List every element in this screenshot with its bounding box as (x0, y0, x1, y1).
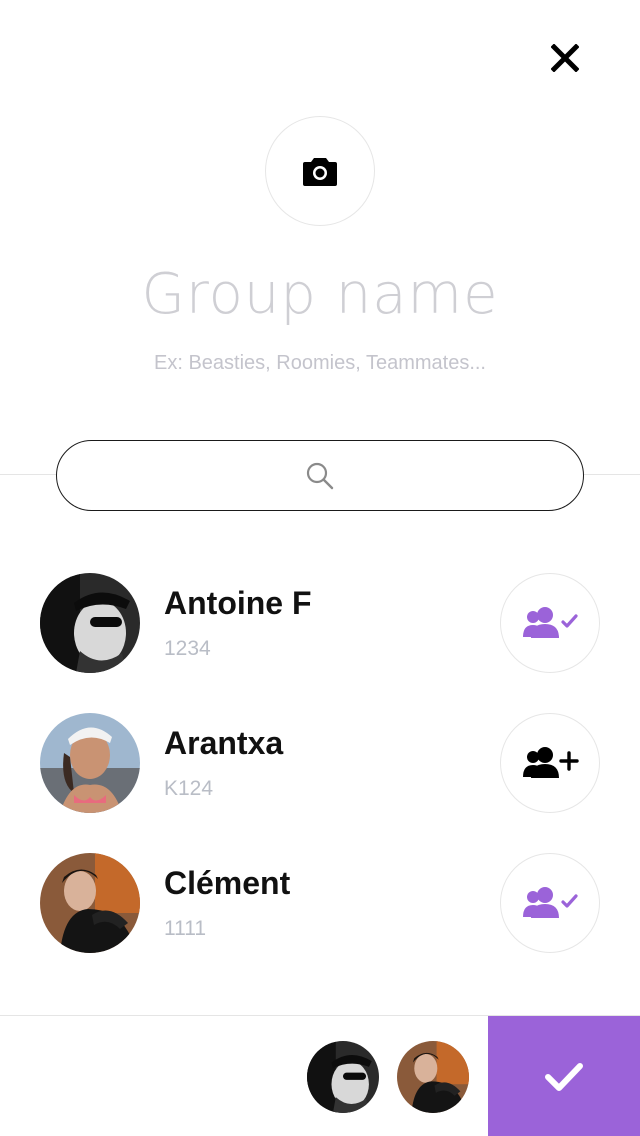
contact-id: 1234 (164, 637, 211, 660)
contact-name: Clément (164, 865, 291, 901)
contact-added-button[interactable] (500, 573, 600, 673)
selected-member-avatar[interactable] (307, 1041, 379, 1113)
group-photo-button[interactable] (265, 116, 375, 226)
contact-row[interactable]: Arantxa K124 (0, 713, 640, 813)
close-button[interactable] (545, 38, 585, 78)
selected-member-avatar[interactable] (397, 1041, 469, 1113)
contact-row[interactable]: Clément 1111 (0, 853, 640, 953)
avatar (40, 853, 140, 953)
add-person-icon (523, 747, 579, 778)
group-check-icon (523, 607, 578, 638)
avatar (40, 573, 140, 673)
group-name-input[interactable] (60, 262, 580, 327)
contact-id: K124 (164, 777, 214, 800)
avatar (40, 713, 140, 813)
group-name-hint: Ex: Beasties, Roomies, Teammates... (154, 352, 486, 374)
contact-name: Antoine F (164, 585, 312, 621)
contact-name: Arantxa (164, 725, 284, 761)
checkmark-icon (545, 1062, 583, 1091)
close-icon (551, 44, 579, 72)
group-check-icon (523, 887, 578, 918)
contact-id: 1111 (164, 917, 207, 940)
confirm-button[interactable] (488, 1016, 640, 1136)
contact-row[interactable]: Antoine F 1234 (0, 573, 640, 673)
search-input[interactable] (56, 440, 584, 511)
selected-members-bar (0, 1015, 640, 1136)
add-contact-button[interactable] (500, 713, 600, 813)
camera-icon (303, 158, 337, 186)
contact-added-button[interactable] (500, 853, 600, 953)
search-icon (306, 462, 334, 489)
